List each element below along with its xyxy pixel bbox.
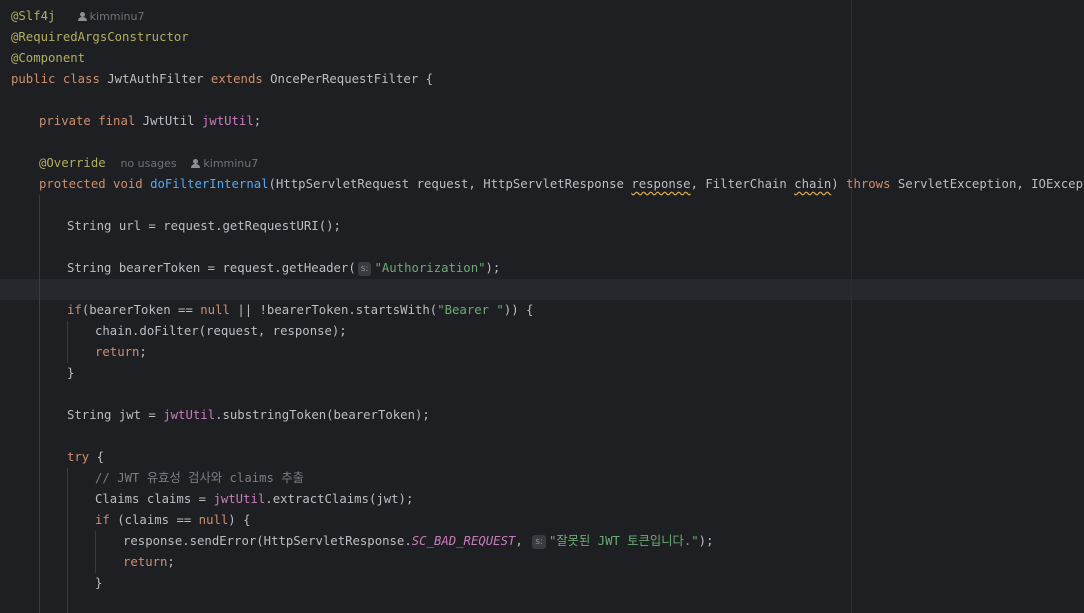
- code-line: String bearerToken = request.getHeader(s…: [67, 258, 500, 279]
- keyword: void: [113, 177, 143, 191]
- punctuation: ;: [139, 345, 147, 359]
- indent-guide: [67, 321, 68, 363]
- string-literal: "Authorization": [374, 261, 486, 275]
- code-line: @Component: [11, 48, 85, 69]
- annotation: @Override: [39, 156, 106, 170]
- code-line: @Override no usages kimminu7: [39, 153, 258, 174]
- static-constant[interactable]: SC_BAD_REQUEST: [412, 534, 516, 548]
- keyword: return: [95, 345, 140, 359]
- author-hint[interactable]: kimminu7: [191, 157, 258, 170]
- annotation: @Slf4j: [11, 9, 56, 23]
- punctuation: ) {: [228, 513, 251, 527]
- code-line: private final JwtUtil jwtUtil;: [39, 111, 261, 132]
- code-editor[interactable]: @Slf4j kimminu7 @RequiredArgsConstructor…: [0, 0, 1084, 613]
- code-line: }: [67, 363, 74, 384]
- type-name[interactable]: JwtUtil: [143, 114, 195, 128]
- punctuation: ;: [167, 555, 175, 569]
- author-hint[interactable]: kimminu7: [77, 10, 145, 23]
- punctuation: ): [831, 177, 839, 191]
- method-name[interactable]: doFilterInternal: [150, 177, 268, 191]
- indent-guide: [95, 531, 96, 573]
- annotation: @RequiredArgsConstructor: [11, 30, 189, 44]
- code-line: String jwt = jwtUtil.substringToken(bear…: [67, 405, 430, 426]
- code-line: // JWT 유효성 검사와 claims 추출: [95, 468, 304, 489]
- statement: String jwt =: [67, 408, 156, 422]
- statement: String bearerToken = request.getHeader(: [67, 261, 356, 275]
- param-hint: s:: [532, 535, 546, 549]
- punctuation: )) {: [503, 303, 534, 317]
- code-line: return;: [95, 342, 147, 363]
- current-line-highlight: [0, 279, 1084, 300]
- statement: response.sendError(HttpServletResponse.: [123, 534, 412, 548]
- brace: }: [95, 576, 103, 590]
- annotation: @Component: [11, 51, 86, 65]
- string-literal: "잘못된 JWT 토큰입니다.": [548, 534, 699, 548]
- code-line: response.sendError(HttpServletResponse.S…: [123, 531, 713, 552]
- code-line: protected void doFilterInternal(HttpServ…: [39, 174, 1084, 195]
- param-warning[interactable]: chain: [794, 177, 831, 191]
- keyword: extends: [210, 72, 263, 86]
- author-name: kimminu7: [203, 157, 259, 170]
- field-name[interactable]: jwtUtil: [213, 492, 265, 506]
- code-line: Claims claims = jwtUtil.extractClaims(jw…: [95, 489, 413, 510]
- exceptions: ServletException, IOException {: [897, 177, 1084, 191]
- keyword: null: [198, 513, 229, 527]
- statement: String url = request.getRequestURI();: [67, 219, 341, 233]
- punctuation: );: [698, 534, 714, 548]
- right-margin-guide: [851, 0, 852, 613]
- keyword: private: [39, 114, 91, 128]
- code-line: }: [95, 573, 102, 594]
- statement: chain.doFilter(request, response);: [95, 324, 347, 338]
- params: , FilterChain: [690, 177, 787, 191]
- field-name[interactable]: jwtUtil: [163, 408, 215, 422]
- parent-class[interactable]: OncePerRequestFilter {: [270, 72, 433, 86]
- statement: (claims ==: [117, 513, 192, 527]
- comment: // JWT 유효성 검사와 claims 추출: [95, 471, 304, 485]
- punctuation: );: [485, 261, 501, 275]
- keyword: public: [11, 72, 56, 86]
- class-name[interactable]: JwtAuthFilter: [107, 72, 203, 86]
- author-name: kimminu7: [89, 10, 145, 23]
- statement: || !bearerToken.startsWith(: [237, 303, 438, 317]
- code-line: @RequiredArgsConstructor: [11, 27, 189, 48]
- keyword: null: [200, 303, 230, 317]
- code-line: @Slf4j kimminu7: [11, 6, 145, 27]
- statement: .extractClaims(jwt);: [265, 492, 414, 506]
- user-icon: [77, 12, 87, 21]
- indent-guide: [39, 195, 40, 613]
- keyword: if: [95, 513, 110, 527]
- code-line: if(bearerToken == null || !bearerToken.s…: [67, 300, 533, 321]
- indent-guide: [67, 468, 68, 613]
- brace: }: [67, 366, 75, 380]
- punctuation: ;: [253, 114, 262, 128]
- keyword: class: [62, 72, 100, 86]
- statement: .substringToken(bearerToken);: [215, 408, 430, 422]
- code-line: try {: [67, 447, 104, 468]
- string-literal: "Bearer ": [437, 303, 504, 317]
- code-line: if (claims == null) {: [95, 510, 251, 531]
- keyword: throws: [846, 177, 891, 191]
- param-warning[interactable]: response: [631, 177, 690, 191]
- keyword: if: [67, 303, 82, 317]
- keyword: final: [98, 114, 136, 128]
- keyword: protected: [39, 177, 106, 191]
- punctuation: ,: [515, 534, 523, 548]
- params: (HttpServletRequest request, HttpServlet…: [268, 177, 624, 191]
- code-line: String url = request.getRequestURI();: [67, 216, 341, 237]
- code-line: public class JwtAuthFilter extends OnceP…: [11, 69, 433, 90]
- statement: Claims claims =: [95, 492, 207, 506]
- param-hint: s:: [357, 262, 372, 276]
- user-icon: [191, 159, 201, 168]
- code-line: return;: [123, 552, 175, 573]
- keyword: return: [123, 555, 168, 569]
- usages-hint[interactable]: no usages: [120, 157, 176, 170]
- statement: (bearerToken ==: [81, 303, 193, 317]
- keyword: try: [67, 450, 90, 464]
- code-line: chain.doFilter(request, response);: [95, 321, 347, 342]
- field-name[interactable]: jwtUtil: [202, 114, 254, 128]
- brace: {: [96, 450, 105, 464]
